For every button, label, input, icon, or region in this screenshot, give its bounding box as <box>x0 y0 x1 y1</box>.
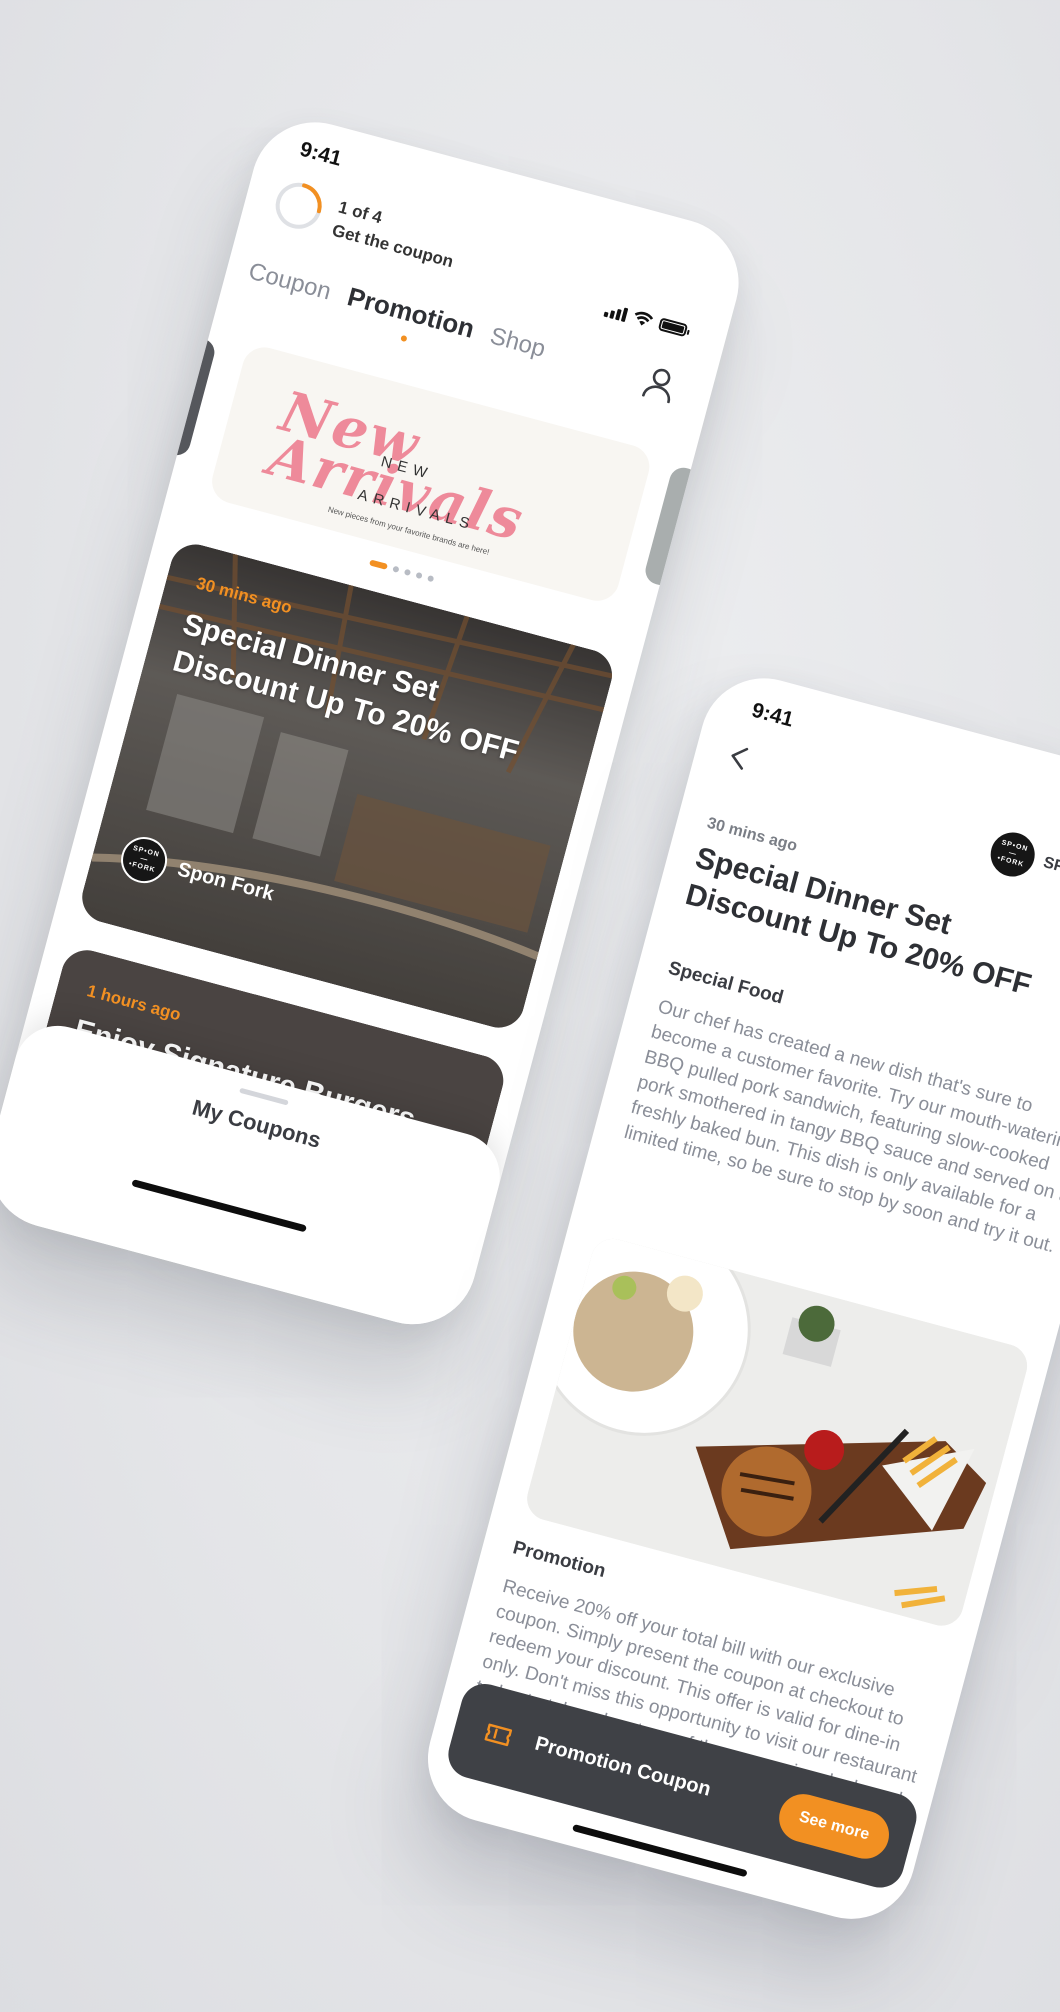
signal-icon <box>603 302 629 322</box>
carousel-dot[interactable] <box>369 559 388 570</box>
tab-shop[interactable]: Shop <box>487 322 548 364</box>
status-time: 9:41 <box>297 137 345 171</box>
battery-icon <box>657 317 689 338</box>
spon-fork-logo: SP•ON — •FORK <box>985 827 1040 882</box>
status-time: 9:41 <box>749 698 796 732</box>
promotion-card-dinner[interactable]: 30 mins ago Special Dinner Set Discount … <box>76 538 618 1034</box>
restaurant-interior-image <box>76 538 618 1034</box>
profile-icon[interactable] <box>640 363 680 404</box>
special-food-description: Our chef has created a new dish that's s… <box>621 996 1060 1258</box>
wifi-icon <box>634 311 654 326</box>
carousel-dot[interactable] <box>392 565 400 573</box>
shop-header[interactable]: SP•ON — •FORK SPON FORK <box>985 827 1060 909</box>
back-arrow-icon[interactable] <box>725 742 753 773</box>
carousel-dot[interactable] <box>426 574 435 583</box>
progress-ring-icon <box>275 182 322 229</box>
see-more-button[interactable]: See more <box>773 1788 895 1865</box>
tab-promotion[interactable]: Promotion <box>344 281 477 345</box>
status-icons <box>603 302 689 338</box>
section-heading-promotion: Promotion <box>510 1537 608 1583</box>
coupon-bar-label: Promotion Coupon <box>532 1732 714 1801</box>
carousel-indicator[interactable] <box>369 559 435 583</box>
home-indicator[interactable] <box>131 1179 307 1233</box>
carousel-dot[interactable] <box>415 571 423 580</box>
carousel-next-card[interactable] <box>642 464 703 589</box>
sheet-handle[interactable] <box>239 1087 289 1106</box>
carousel-prev-card[interactable] <box>157 334 218 459</box>
ticket-icon <box>484 1723 513 1747</box>
category-tabs: Coupon Promotion Shop <box>245 255 549 364</box>
tab-coupon[interactable]: Coupon <box>245 258 334 307</box>
shop-name: SPON FORK <box>1041 854 1060 895</box>
carousel-dot[interactable] <box>403 568 412 577</box>
progress-text: 1 of 4 Get the coupon <box>330 197 462 272</box>
